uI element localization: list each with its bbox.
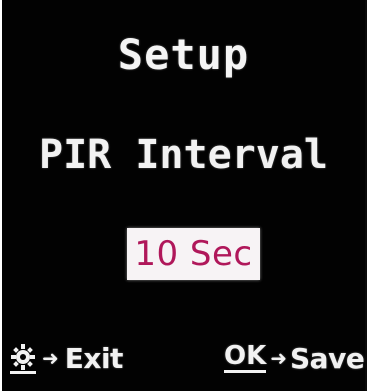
ok-key-label: OK	[224, 341, 267, 373]
save-hint[interactable]: OK ➜ Save	[224, 336, 365, 380]
menu-item-pir-interval: PIR Interval	[39, 132, 328, 178]
exit-hint[interactable]: ➜ Exit	[10, 336, 123, 380]
footer-hints: ➜ Exit OK ➜ Save	[2, 336, 365, 380]
exit-label: Exit	[64, 341, 124, 375]
arrow-right-icon: ➜	[42, 346, 59, 370]
arrow-right-icon: ➜	[270, 346, 288, 370]
camera-screen: Setup PIR Interval 10 Sec ➜ Exit OK ➜ Sa…	[2, 0, 367, 391]
gear-icon	[10, 343, 36, 374]
device-frame: Setup PIR Interval 10 Sec ➜ Exit OK ➜ Sa…	[0, 0, 371, 391]
screen-title: Setup	[117, 30, 250, 79]
value-text: 10 Sec	[134, 234, 253, 274]
save-label: Save	[290, 341, 365, 375]
value-selector[interactable]: 10 Sec	[127, 228, 260, 280]
